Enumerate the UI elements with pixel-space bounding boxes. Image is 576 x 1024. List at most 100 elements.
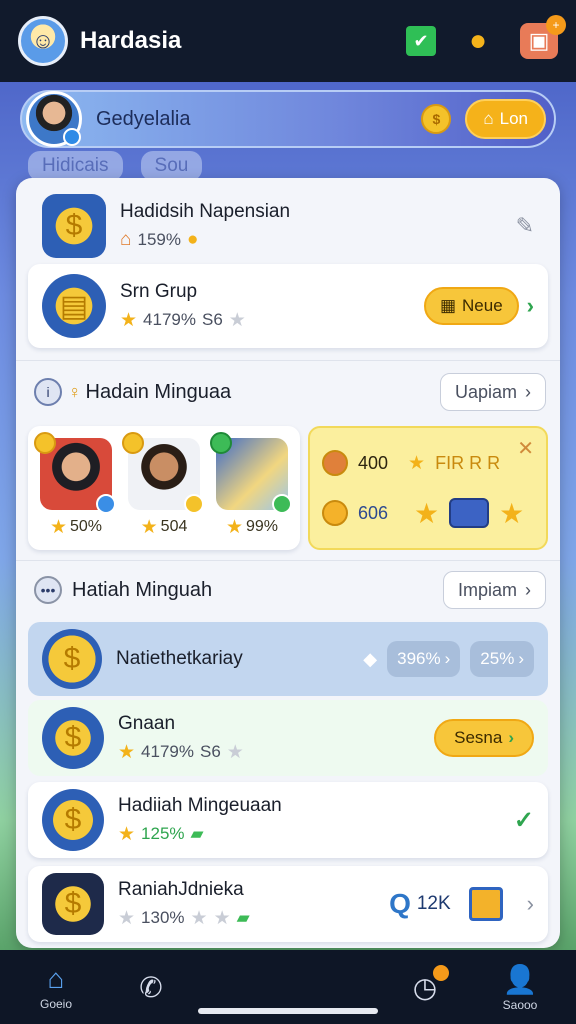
section-header: ••• Hatiah Minguah Impiam ›	[34, 570, 546, 610]
star-outline-icon: ★	[226, 741, 244, 763]
row-title: Natiethetkariay	[116, 648, 243, 669]
notification-dot	[433, 964, 449, 981]
percent-chip[interactable]: 396% ›	[387, 641, 461, 677]
row-value: 125%	[141, 824, 185, 843]
list-item[interactable]: $ RaniahJdnieka ★ 130% ★ ★ ▰ Q 12K ›	[28, 866, 548, 942]
chevron-right-icon[interactable]: ›	[527, 891, 534, 917]
search-icon[interactable]: Q	[389, 888, 411, 920]
chip-value: 396%	[397, 649, 441, 668]
divider	[16, 360, 560, 361]
verified-badge-icon	[63, 128, 81, 146]
verified-badge-icon	[96, 493, 116, 514]
cash-icon: ▰	[236, 908, 250, 927]
star-icon: ★	[120, 309, 138, 331]
edit-icon[interactable]: ✎	[516, 213, 534, 239]
check-icon[interactable]: ✓	[514, 806, 534, 835]
row-title: RaniahJdnieka	[118, 878, 244, 900]
profile-action-button[interactable]: ⌂ Lon	[465, 99, 546, 139]
reward-amount: 400	[358, 452, 389, 473]
row-value: 4179%	[141, 742, 194, 761]
list-item[interactable]: $ Gnaan ★ 4179% S6 ★ Sesna ›	[28, 700, 548, 776]
close-icon[interactable]: ✕	[517, 436, 534, 461]
chevron-right-icon: ›	[444, 649, 451, 668]
background-chip: Sou	[140, 151, 203, 181]
reward-cards: ★ 50% ★ 504 ★ 99%	[28, 426, 300, 550]
row-title: Hadiiah Mingeuaan	[118, 794, 282, 816]
nav-calls[interactable]: ✆	[123, 971, 179, 1004]
star-outline-icon: ★	[213, 907, 231, 929]
list-item[interactable]: ▤ Srn Grup ★ 4179% S6 ★ ▦ Neue ›	[28, 264, 548, 348]
user-photo	[122, 431, 204, 514]
coin-card-icon: $	[42, 707, 104, 769]
coin-pile-icon: $	[42, 194, 106, 258]
row-value: 4179%	[143, 310, 196, 329]
row-value: 159%	[137, 230, 181, 249]
coin-icon: $	[421, 104, 452, 134]
chevron-right-icon[interactable]: ›	[527, 293, 534, 319]
reward-summary[interactable]: ✕ 400 ★ FIR R R 606 ★ ★	[308, 426, 548, 550]
green-check-icon[interactable]: ✔	[406, 26, 436, 56]
profile-banner[interactable]: Gedyelalia $ ⌂ Lon	[20, 90, 556, 148]
list-item[interactable]: $ Hadidsih Napensian ⌂ 159% ● ✎	[28, 186, 548, 266]
nav-home[interactable]: ⌂ Goeio	[28, 963, 84, 1011]
gift-icon[interactable]: ▣ +	[520, 15, 566, 59]
star-icon: ★	[140, 516, 158, 538]
count-value: 12K	[416, 893, 451, 914]
card-value: 504	[160, 518, 188, 535]
tag-icon: ◆	[363, 648, 378, 669]
phone-icon: ✆	[139, 971, 163, 1003]
chevron-right-icon: ›	[518, 649, 524, 668]
neue-button[interactable]: ▦ Neue	[423, 287, 519, 325]
book-icon	[468, 887, 503, 921]
reward-card[interactable]: ★ 504	[122, 431, 204, 539]
app-avatar[interactable]: ☺	[18, 16, 68, 66]
chevron-right-icon: ›	[525, 579, 531, 600]
star-icon: ★	[225, 516, 243, 538]
percent-chip[interactable]: 25% ›	[470, 641, 534, 677]
home-indicator	[198, 1008, 378, 1014]
section-title: Hatiah Minguah	[72, 578, 213, 601]
chevron-right-icon: ›	[508, 728, 514, 747]
list-item[interactable]: $ Natiethetkariay ◆ 396% › 25% ›	[28, 622, 548, 696]
section-action-label: Impiam	[457, 579, 517, 600]
star-icon: ★	[49, 516, 67, 538]
top-bar: ☺ Hardasia ✔ ● ▣ +	[0, 0, 576, 82]
sesna-button[interactable]: Sesna ›	[434, 719, 534, 757]
user-photo	[34, 431, 116, 514]
profile-action-label: Lon	[499, 109, 528, 128]
divider	[16, 560, 560, 561]
cash-icon: ▰	[190, 824, 204, 843]
bulb-icon: ♀	[68, 381, 82, 402]
star-outline-icon: ★	[228, 309, 246, 331]
card-value: 50%	[70, 518, 103, 535]
row-value: 130%	[141, 908, 185, 927]
row-title: Gnaan	[118, 712, 176, 734]
section-action-label: Uapiam	[454, 381, 517, 402]
background-chip: Hidicais	[28, 151, 123, 181]
profile-avatar[interactable]	[26, 91, 82, 147]
badge-icon	[322, 450, 348, 476]
section-action-button[interactable]: Uapiam ›	[439, 373, 546, 411]
nav-profile[interactable]: 👤 Saooo	[492, 963, 548, 1012]
dots-icon: •••	[34, 576, 62, 604]
row-title: Srn Grup	[120, 280, 198, 302]
coin-pile-icon: $	[42, 789, 104, 851]
reward-card[interactable]: ★ 50%	[34, 431, 116, 539]
coin-badge-icon	[184, 493, 204, 514]
main-panel: $ Hadidsih Napensian ⌂ 159% ● ✎ ▤ Srn Gr…	[16, 178, 560, 948]
reward-amount: 606	[358, 502, 389, 523]
section-title: Hadain Minguaa	[85, 380, 232, 403]
nav-history[interactable]: ◷	[397, 964, 453, 1004]
star-outline-icon: ★	[118, 907, 136, 929]
section-action-button[interactable]: Impiam ›	[442, 571, 546, 609]
coin-stack-icon[interactable]: ●	[458, 21, 498, 61]
coin-icon	[122, 431, 144, 454]
coin-icon	[34, 431, 56, 454]
coin-icon: ●	[186, 229, 199, 250]
coin-icon: $	[42, 629, 102, 689]
house-icon: ⌂	[120, 229, 132, 250]
profile-name: Gedyelalia	[96, 107, 191, 130]
reward-text: FIR R R	[435, 452, 501, 473]
reward-card[interactable]: ★ 99%	[210, 431, 292, 539]
list-item[interactable]: $ Hadiiah Mingeuaan ★ 125% ▰ ✓	[28, 782, 548, 858]
